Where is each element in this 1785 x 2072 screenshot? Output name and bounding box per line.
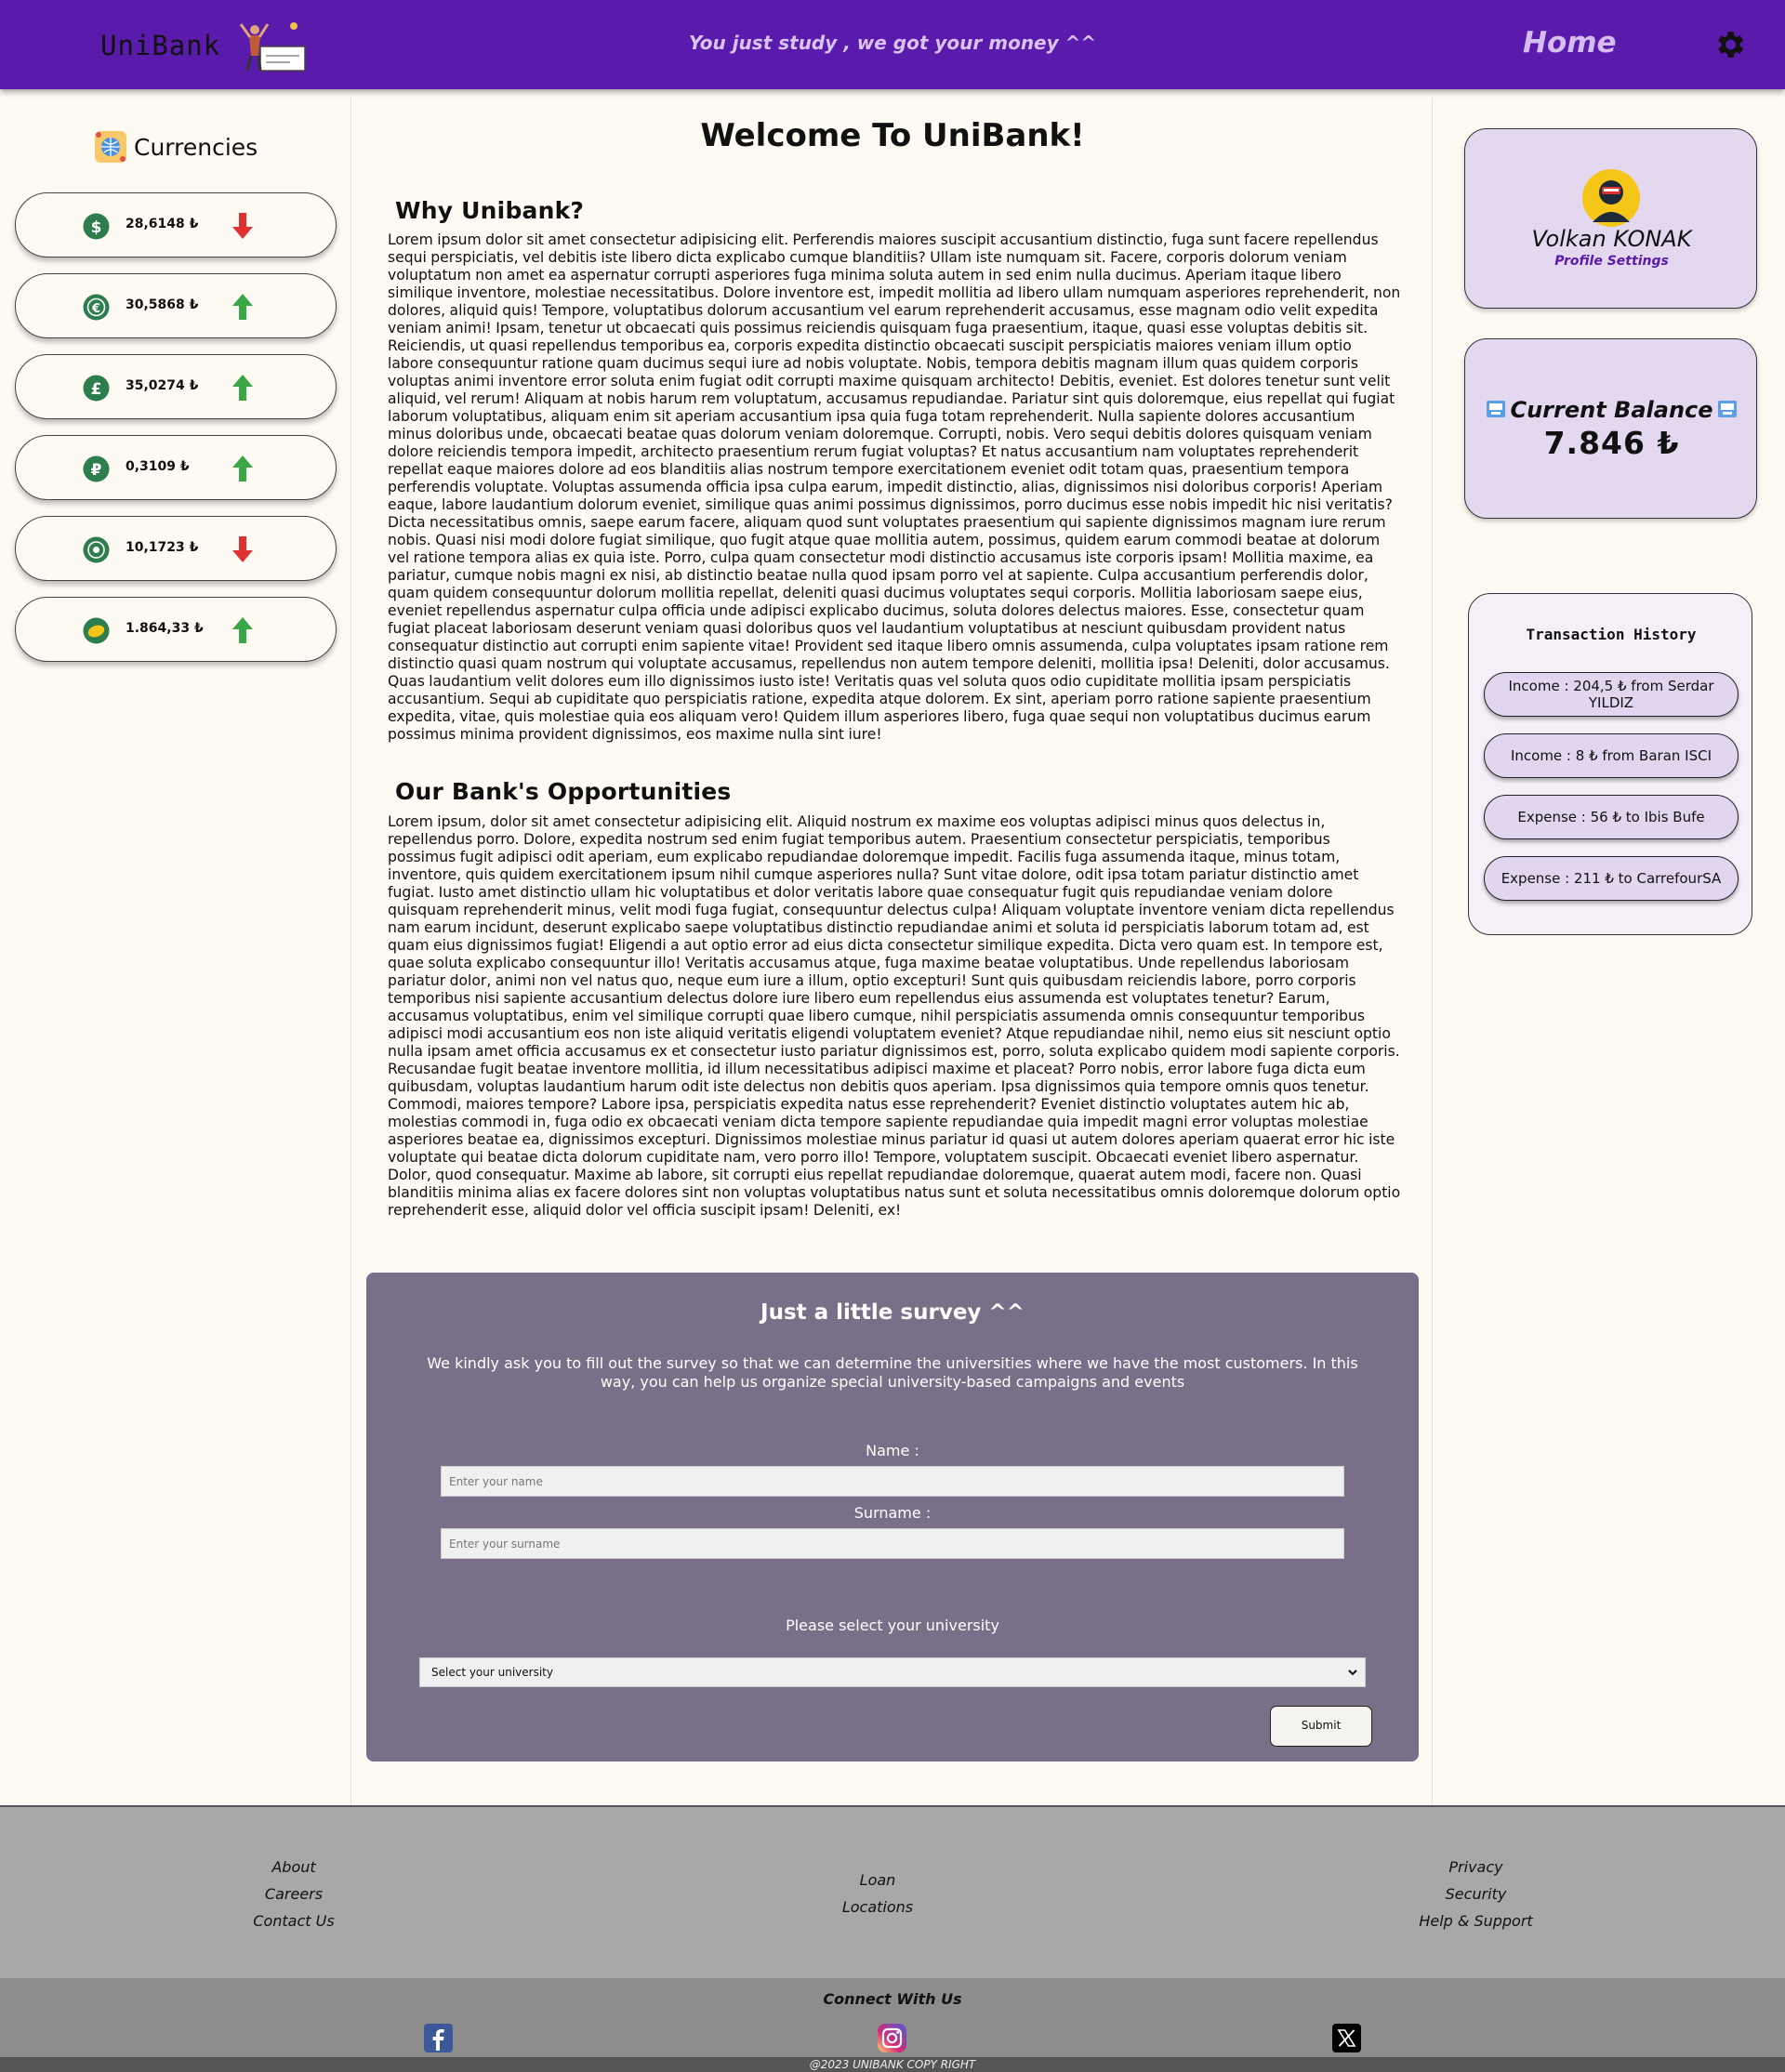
submit-button[interactable]: Submit <box>1270 1706 1372 1747</box>
survey-form: Just a little survey ^^ We kindly ask yo… <box>366 1273 1419 1762</box>
connect-title: Connect With Us <box>823 1990 962 2008</box>
footer-link-help[interactable]: Help & Support <box>1404 1907 1548 1934</box>
surname-label: Surname : <box>853 1504 932 1522</box>
profile-settings-link[interactable]: Profile Settings <box>1465 254 1758 269</box>
currency-value: 10,1723 ₺ <box>126 540 199 555</box>
gold-icon <box>83 617 110 644</box>
currency-exchange-icon <box>95 131 126 163</box>
facebook-icon[interactable] <box>423 2023 454 2053</box>
arrow-up-icon <box>232 455 253 482</box>
currency-sidebar: Currencies $28,6148 ₺ €30,5868 ₺ £35,0274 … <box>0 97 351 1805</box>
university-select-value: Select your university <box>431 1666 553 1679</box>
profile-card: Volkan KONAK Profile Settings <box>1464 128 1757 309</box>
footer-link-careers[interactable]: Careers <box>238 1881 350 1907</box>
currency-value: 0,3109 ₺ <box>126 459 190 474</box>
opportunities-text: Lorem ipsum, dolor sit amet consectetur … <box>388 813 1401 1219</box>
currencies-heading: Currencies <box>93 128 258 165</box>
svg-text:€: € <box>91 302 100 316</box>
name-input[interactable] <box>441 1466 1344 1497</box>
footer-link-contact[interactable]: Contact Us <box>238 1907 350 1934</box>
balance-amount: 7.846 ₺ <box>1543 425 1680 461</box>
currency-value: 30,5868 ₺ <box>126 297 199 312</box>
university-select[interactable]: Select your university <box>419 1657 1366 1687</box>
footer-link-about[interactable]: About <box>238 1854 350 1881</box>
currencies-title: Currencies <box>134 133 258 161</box>
instagram-icon[interactable] <box>877 2023 907 2053</box>
top-header: UniBank You just study , we got your mon… <box>0 0 1785 89</box>
arrow-up-icon <box>232 617 253 643</box>
arrow-down-icon <box>232 536 253 562</box>
university-label: Please select your university <box>786 1617 999 1634</box>
ruble-icon: ₽ <box>83 455 110 482</box>
pound-icon: £ <box>83 375 110 402</box>
name-label: Name : <box>866 1442 919 1459</box>
transaction-item[interactable]: Income : 204,5 ₺ from Serdar YILDIZ <box>1484 672 1739 717</box>
footer: About Careers Contact Us Loan Locations … <box>0 1805 1785 1978</box>
tagline: You just study , we got your money ^^ <box>688 32 1097 54</box>
svg-text:£: £ <box>91 380 102 399</box>
svg-text:$: $ <box>91 218 102 237</box>
survey-description: We kindly ask you to fill out the survey… <box>427 1354 1358 1391</box>
crypto-icon <box>83 536 110 563</box>
currency-card[interactable]: $28,6148 ₺ <box>15 192 337 257</box>
transaction-item[interactable]: Expense : 211 ₺ to CarrefourSA <box>1484 856 1739 901</box>
arrow-up-icon <box>232 375 253 401</box>
home-link[interactable]: Home <box>1523 26 1617 59</box>
currency-value: 1.864,33 ₺ <box>126 621 204 636</box>
svg-text:₽: ₽ <box>91 461 102 480</box>
currency-card[interactable]: €30,5868 ₺ <box>15 273 337 338</box>
currency-value: 35,0274 ₺ <box>126 378 199 393</box>
footer-link-security[interactable]: Security <box>1404 1881 1548 1907</box>
transaction-item[interactable]: Expense : 56 ₺ to Ibis Bufe <box>1484 795 1739 839</box>
transaction-history-card: Transaction History Income : 204,5 ₺ fro… <box>1468 593 1752 935</box>
balance-title: Current Balance <box>1510 397 1713 423</box>
footer-col-company: About Careers Contact Us <box>238 1854 350 1934</box>
atm-icon <box>1718 401 1737 417</box>
euro-icon: € <box>83 294 110 321</box>
footer-col-services: Loan Locations <box>822 1867 933 1920</box>
copyright: @2023 UNIBANK COPY RIGHT <box>0 2057 1785 2072</box>
currency-value: 28,6148 ₺ <box>126 217 199 231</box>
chevron-down-icon <box>1348 1669 1357 1676</box>
balance-card: Current Balance 7.846 ₺ <box>1464 338 1757 519</box>
arrow-up-icon <box>232 294 253 320</box>
currency-card[interactable]: 10,1723 ₺ <box>15 516 337 581</box>
opportunities-heading: Our Bank's Opportunities <box>395 778 732 805</box>
profile-name: Volkan KONAK <box>1531 226 1692 252</box>
account-sidebar: Volkan KONAK Profile Settings Current Ba… <box>1432 97 1785 1805</box>
footer-link-privacy[interactable]: Privacy <box>1404 1854 1548 1881</box>
x-icon[interactable] <box>1331 2023 1362 2053</box>
footer-col-support: Privacy Security Help & Support <box>1404 1854 1548 1934</box>
footer-link-locations[interactable]: Locations <box>822 1894 933 1920</box>
currency-card[interactable]: ₽0,3109 ₺ <box>15 435 337 500</box>
currency-card[interactable]: 1.864,33 ₺ <box>15 597 337 662</box>
social-bar: Connect With Us <box>0 1978 1785 2057</box>
currency-card[interactable]: £35,0274 ₺ <box>15 354 337 419</box>
avatar-icon[interactable] <box>1581 168 1641 228</box>
footer-link-loan[interactable]: Loan <box>822 1867 933 1894</box>
transaction-item[interactable]: Income : 8 ₺ from Baran ISCI <box>1484 733 1739 778</box>
page-title: Welcome To UniBank! <box>700 117 1085 154</box>
arrow-down-icon <box>232 213 253 239</box>
surname-input[interactable] <box>441 1528 1344 1559</box>
dollar-icon: $ <box>83 213 110 240</box>
survey-title: Just a little survey ^^ <box>760 1300 1025 1325</box>
why-unibank-heading: Why Unibank? <box>395 197 585 224</box>
gear-icon[interactable] <box>1712 27 1747 62</box>
transaction-history-title: Transaction History <box>1526 626 1697 643</box>
why-unibank-text: Lorem ipsum dolor sit amet consectetur a… <box>388 231 1401 743</box>
